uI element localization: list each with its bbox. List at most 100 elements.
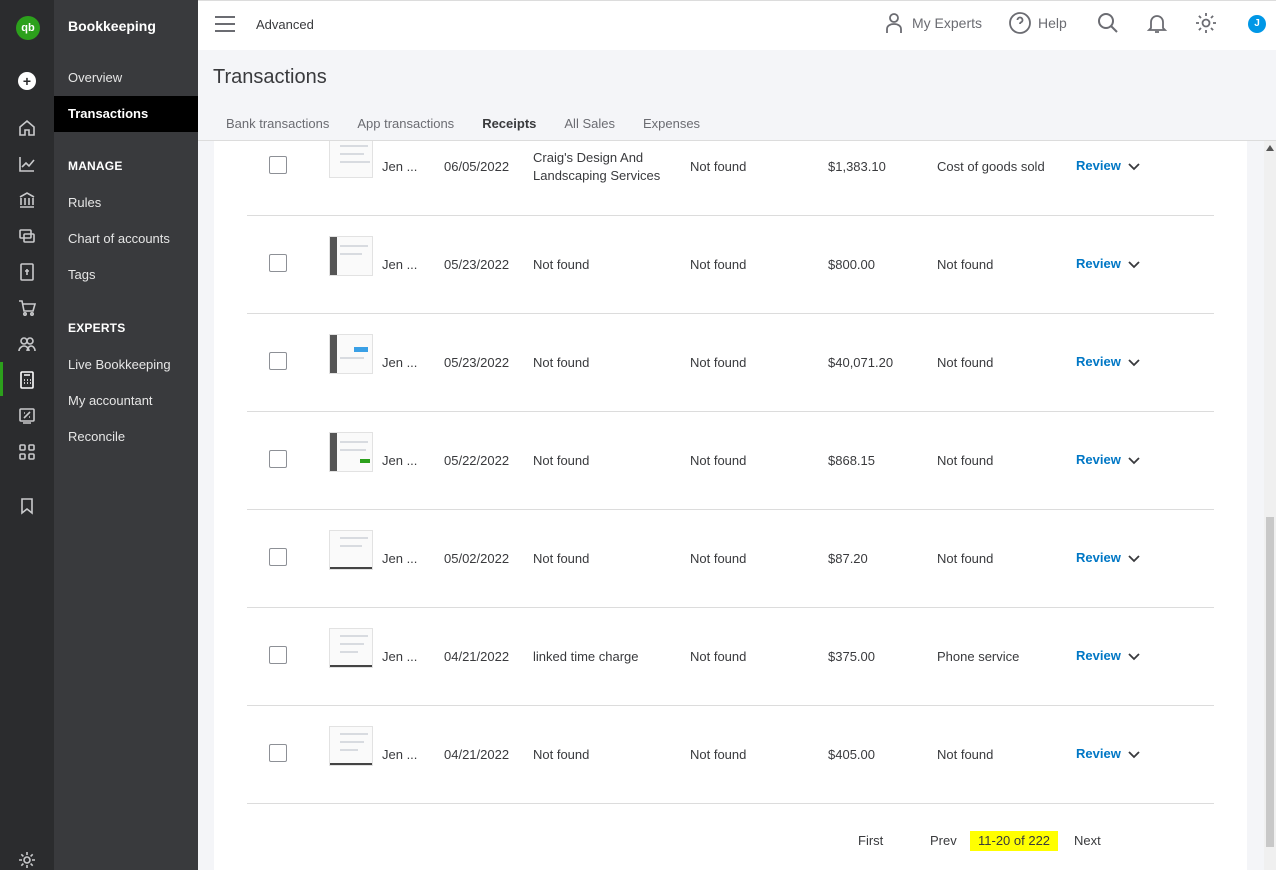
date-cell: 04/21/2022: [444, 747, 510, 762]
search-button[interactable]: [1096, 11, 1120, 35]
table-row[interactable]: Jen ... 05/02/2022 Not found Not found $…: [247, 510, 1214, 608]
nav-item-chart-of-accounts[interactable]: Chart of accounts: [54, 221, 198, 257]
chevron-down-icon[interactable]: [1127, 453, 1141, 467]
row-checkbox[interactable]: [269, 548, 287, 566]
payee-cell: Not found: [533, 747, 590, 762]
bookmark-icon[interactable]: [17, 496, 37, 516]
scrollbar[interactable]: [1264, 141, 1276, 870]
top-bar: Advanced My Experts Help J: [198, 0, 1276, 50]
help-icon: [1008, 11, 1032, 35]
review-label: Review: [1076, 354, 1121, 369]
person-icon: [882, 11, 906, 35]
receipt-thumbnail[interactable]: [329, 530, 373, 570]
help-label: Help: [1038, 15, 1067, 31]
settings-button[interactable]: [1194, 11, 1218, 35]
row-checkbox[interactable]: [269, 450, 287, 468]
from-cell: Jen ...: [382, 453, 418, 468]
tab-all-sales[interactable]: All Sales: [550, 110, 629, 141]
category-cell: Not found: [937, 355, 994, 370]
review-button[interactable]: Review: [1076, 256, 1141, 271]
hamburger-menu-icon[interactable]: [215, 16, 235, 32]
receipt-thumbnail[interactable]: [329, 726, 373, 766]
table-row[interactable]: Jen ... 05/22/2022 Not found Not found $…: [247, 412, 1214, 510]
date-cell: 06/05/2022: [444, 159, 510, 174]
chevron-down-icon[interactable]: [1127, 551, 1141, 565]
review-button[interactable]: Review: [1076, 648, 1141, 663]
calculator-icon[interactable]: [17, 370, 37, 390]
review-button[interactable]: Review: [1076, 746, 1141, 761]
row-checkbox[interactable]: [269, 156, 287, 174]
table-row[interactable]: Jen ... 05/23/2022 Not found Not found $…: [247, 216, 1214, 314]
table-row[interactable]: Jen ... 04/21/2022 linked time charge No…: [247, 608, 1214, 706]
amount-cell: $40,071.20: [828, 355, 894, 370]
home-icon[interactable]: [17, 118, 37, 138]
quickbooks-logo-icon[interactable]: qb: [16, 16, 40, 40]
amount-cell: $1,383.10: [828, 159, 886, 174]
row-checkbox[interactable]: [269, 744, 287, 762]
receipt-thumbnail[interactable]: [329, 141, 373, 178]
from-cell: Jen ...: [382, 159, 418, 174]
chart-icon[interactable]: [17, 154, 37, 174]
row-checkbox[interactable]: [269, 254, 287, 272]
apps-icon[interactable]: [17, 442, 37, 462]
match-cell: Not found: [690, 159, 747, 174]
chevron-down-icon[interactable]: [1127, 649, 1141, 663]
category-cell: Phone service: [937, 649, 1020, 664]
amount-cell: $87.20: [828, 551, 868, 566]
nav-item-my-accountant[interactable]: My accountant: [54, 383, 198, 419]
pager-next[interactable]: Next: [1074, 831, 1101, 851]
table-row[interactable]: Jen ... 04/21/2022 Not found Not found $…: [247, 706, 1214, 804]
chevron-down-icon[interactable]: [1127, 355, 1141, 369]
tab-expenses[interactable]: Expenses: [629, 110, 714, 141]
nav-item-tags[interactable]: Tags: [54, 257, 198, 293]
receipt-thumbnail[interactable]: [329, 432, 373, 472]
expenses-icon[interactable]: [17, 226, 37, 246]
review-button[interactable]: Review: [1076, 158, 1141, 173]
review-button[interactable]: Review: [1076, 354, 1141, 369]
receipt-thumbnail[interactable]: [329, 628, 373, 668]
nav-item-rules[interactable]: Rules: [54, 185, 198, 221]
tax-icon[interactable]: [17, 406, 37, 426]
avatar[interactable]: J: [1248, 15, 1266, 33]
chevron-down-icon[interactable]: [1127, 257, 1141, 271]
nav-item-reconcile[interactable]: Reconcile: [54, 419, 198, 455]
tab-app-transactions[interactable]: App transactions: [343, 110, 468, 141]
payee-cell: linked time charge: [533, 649, 639, 664]
row-checkbox[interactable]: [269, 646, 287, 664]
pager-prev[interactable]: Prev: [930, 831, 957, 851]
receipt-thumbnail[interactable]: [329, 236, 373, 276]
help-button[interactable]: Help: [1008, 11, 1067, 35]
notifications-button[interactable]: [1145, 11, 1169, 35]
nav-item-overview[interactable]: Overview: [54, 60, 198, 96]
nav-item-transactions[interactable]: Transactions: [54, 96, 198, 132]
chevron-down-icon[interactable]: [1127, 159, 1141, 173]
pager-first[interactable]: First: [858, 831, 883, 851]
nav-item-live-bookkeeping[interactable]: Live Bookkeeping: [54, 347, 198, 383]
sales-icon[interactable]: [17, 262, 37, 282]
chevron-down-icon[interactable]: [1127, 747, 1141, 761]
receipt-thumbnail[interactable]: [329, 334, 373, 374]
amount-cell: $405.00: [828, 747, 875, 762]
tab-bank-transactions[interactable]: Bank transactions: [212, 110, 343, 141]
create-new-button[interactable]: +: [18, 72, 36, 90]
row-checkbox[interactable]: [269, 352, 287, 370]
bank-icon[interactable]: [17, 190, 37, 210]
review-button[interactable]: Review: [1076, 452, 1141, 467]
from-cell: Jen ...: [382, 649, 418, 664]
main-content: Transactions Bank transactions App trans…: [198, 50, 1276, 870]
scroll-up-icon[interactable]: [1266, 145, 1274, 151]
scrollbar-thumb[interactable]: [1266, 517, 1274, 847]
table-row[interactable]: Jen ... 06/05/2022 Craig's Design And La…: [247, 141, 1214, 216]
cart-icon[interactable]: [17, 298, 37, 318]
tab-receipts[interactable]: Receipts: [468, 110, 551, 143]
settings-icon[interactable]: [17, 850, 37, 870]
review-button[interactable]: Review: [1076, 550, 1141, 565]
my-experts-button[interactable]: My Experts: [882, 11, 982, 35]
from-cell: Jen ...: [382, 551, 418, 566]
gear-icon: [1194, 11, 1218, 35]
review-label: Review: [1076, 746, 1121, 761]
people-icon[interactable]: [17, 334, 37, 354]
from-cell: Jen ...: [382, 747, 418, 762]
table-row[interactable]: Jen ... 05/23/2022 Not found Not found $…: [247, 314, 1214, 412]
payee-cell: Not found: [533, 257, 590, 272]
